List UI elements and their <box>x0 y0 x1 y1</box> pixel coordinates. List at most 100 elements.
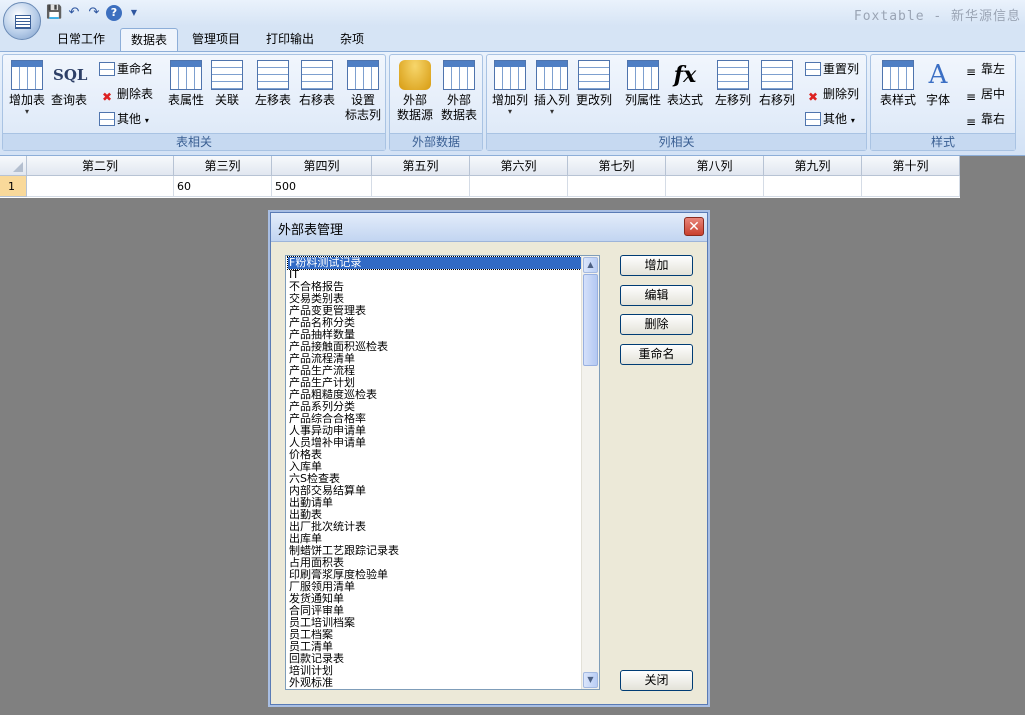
list-item[interactable]: 产品名称分类 <box>288 317 581 329</box>
table-cell[interactable] <box>568 176 666 197</box>
redo-icon[interactable]: ↷ <box>86 5 102 21</box>
close-button[interactable]: 关闭 <box>620 670 693 691</box>
list-item[interactable]: 外观标准 <box>288 677 581 689</box>
add-table-button[interactable]: 增加表 ▾ <box>7 58 47 132</box>
list-item[interactable]: 人员增补申请单 <box>288 437 581 449</box>
modify-column-button[interactable]: 更改列 <box>573 58 615 132</box>
list-item[interactable]: 回款记录表 <box>288 653 581 665</box>
list-item[interactable]: 员工培训档案 <box>288 617 581 629</box>
move-table-left-button[interactable]: 左移表 <box>251 58 295 132</box>
list-item[interactable]: 产品接触面积巡检表 <box>288 341 581 353</box>
table-cell[interactable] <box>862 176 960 197</box>
list-item[interactable]: 合同评审单 <box>288 605 581 617</box>
column-header[interactable]: 第三列 <box>174 156 272 176</box>
list-item[interactable]: 产品变更管理表 <box>288 305 581 317</box>
table-cell[interactable] <box>470 176 568 197</box>
align-center-button[interactable]: ≡ 居中 <box>963 84 1005 104</box>
scroll-down-icon[interactable]: ▼ <box>583 672 598 688</box>
list-item[interactable]: 产品生产流程 <box>288 365 581 377</box>
rename-button[interactable]: 重命名 <box>620 344 693 365</box>
list-item[interactable]: 占用面积表 <box>288 557 581 569</box>
list-item[interactable]: 六S检查表 <box>288 473 581 485</box>
list-item[interactable]: 产品生产计划 <box>288 377 581 389</box>
table-cell[interactable]: 60 <box>174 176 272 197</box>
table-cell[interactable] <box>27 176 174 197</box>
align-left-button[interactable]: ≡ 靠左 <box>963 59 1005 79</box>
column-header[interactable]: 第九列 <box>764 156 862 176</box>
set-flag-column-button[interactable]: 设置 标志列 <box>341 58 385 132</box>
list-item[interactable]: 出勤请单 <box>288 497 581 509</box>
list-item[interactable]: F粉料测试记录 <box>287 256 582 270</box>
add-button[interactable]: 增加 <box>620 255 693 276</box>
reset-column-button[interactable]: 重置列 <box>805 59 859 79</box>
list-item[interactable]: 出厂批次统计表 <box>288 521 581 533</box>
other-table-menu[interactable]: 其他 ▾ <box>99 109 149 129</box>
tab-data-table[interactable]: 数据表 <box>120 28 178 51</box>
edit-button[interactable]: 编辑 <box>620 285 693 306</box>
list-item[interactable]: 厂服领用清单 <box>288 581 581 593</box>
scroll-thumb[interactable] <box>583 274 598 366</box>
list-item[interactable]: 交易类别表 <box>288 293 581 305</box>
external-table-list[interactable]: F粉料测试记录 IT 不合格报告 交易类别表 产品变更管理表 产品名称分类 产品抽样数量 产品… <box>285 255 600 690</box>
list-item[interactable]: 入库单 <box>288 461 581 473</box>
list-item[interactable]: 价格表 <box>288 449 581 461</box>
column-header[interactable]: 第二列 <box>27 156 174 176</box>
rename-table-button[interactable]: 重命名 <box>99 59 153 79</box>
column-header[interactable]: 第十列 <box>862 156 960 176</box>
list-item[interactable]: 员工档案 <box>288 629 581 641</box>
align-right-button[interactable]: ≡ 靠右 <box>963 109 1005 129</box>
help-icon[interactable]: ? <box>106 5 122 21</box>
column-header[interactable]: 第八列 <box>666 156 764 176</box>
list-item[interactable]: 发货通知单 <box>288 593 581 605</box>
query-table-button[interactable]: SQL 查询表 <box>49 58 89 132</box>
table-cell[interactable] <box>372 176 470 197</box>
app-menu-button[interactable] <box>3 2 41 40</box>
save-icon[interactable]: 💾 <box>46 5 62 21</box>
qat-dropdown-icon[interactable]: ▼ <box>126 5 142 21</box>
list-item[interactable]: IT <box>288 269 581 281</box>
list-item[interactable]: 制蜡饼工艺跟踪记录表 <box>288 545 581 557</box>
tab-manage-project[interactable]: 管理项目 <box>184 28 248 50</box>
column-header[interactable]: 第五列 <box>372 156 470 176</box>
scroll-up-icon[interactable]: ▲ <box>583 257 598 273</box>
undo-icon[interactable]: ↶ <box>66 5 82 21</box>
other-column-menu[interactable]: 其他 ▾ <box>805 109 855 129</box>
table-cell[interactable] <box>764 176 862 197</box>
tab-print-output[interactable]: 打印输出 <box>258 28 322 50</box>
external-source-button[interactable]: 外部 数据源 <box>393 58 437 132</box>
list-item[interactable]: 产品系列分类 <box>288 401 581 413</box>
list-item[interactable]: 产品综合合格率 <box>288 413 581 425</box>
move-table-right-button[interactable]: 右移表 <box>295 58 339 132</box>
list-item[interactable]: 产品粗糙度巡检表 <box>288 389 581 401</box>
table-cell[interactable]: 500 <box>272 176 372 197</box>
delete-button[interactable]: 删除 <box>620 314 693 335</box>
tab-misc[interactable]: 杂项 <box>330 28 374 50</box>
list-item[interactable]: 培训计划 <box>288 665 581 677</box>
dialog-close-icon[interactable]: ✕ <box>684 217 704 236</box>
delete-table-button[interactable]: ✖ 删除表 <box>99 84 153 104</box>
list-item[interactable]: 出库单 <box>288 533 581 545</box>
expression-button[interactable]: fx 表达式 <box>665 58 705 132</box>
list-item[interactable]: 内部交易结算单 <box>288 485 581 497</box>
select-all-corner[interactable] <box>0 156 27 176</box>
column-header[interactable]: 第七列 <box>568 156 666 176</box>
list-item[interactable]: 产品抽样数量 <box>288 329 581 341</box>
font-button[interactable]: A 字体 <box>921 58 955 132</box>
column-properties-button[interactable]: 列属性 <box>621 58 665 132</box>
list-item[interactable]: 不合格报告 <box>288 281 581 293</box>
insert-column-button[interactable]: 插入列 ▾ <box>531 58 573 132</box>
relation-button[interactable]: 关联 <box>209 58 245 132</box>
table-cell[interactable] <box>666 176 764 197</box>
column-header[interactable]: 第六列 <box>470 156 568 176</box>
table-style-button[interactable]: 表样式 <box>875 58 921 132</box>
list-item[interactable]: 产品流程清单 <box>288 353 581 365</box>
table-properties-button[interactable]: 表属性 <box>163 58 209 132</box>
tab-daily-work[interactable]: 日常工作 <box>48 28 114 50</box>
list-item[interactable]: 出勤表 <box>288 509 581 521</box>
row-header[interactable]: 1 <box>0 176 27 197</box>
move-column-left-button[interactable]: 左移列 <box>711 58 755 132</box>
list-item[interactable]: 人事异动申请单 <box>288 425 581 437</box>
list-item[interactable]: 员工清单 <box>288 641 581 653</box>
column-header[interactable]: 第四列 <box>272 156 372 176</box>
list-scrollbar[interactable]: ▲ ▼ <box>581 256 599 689</box>
